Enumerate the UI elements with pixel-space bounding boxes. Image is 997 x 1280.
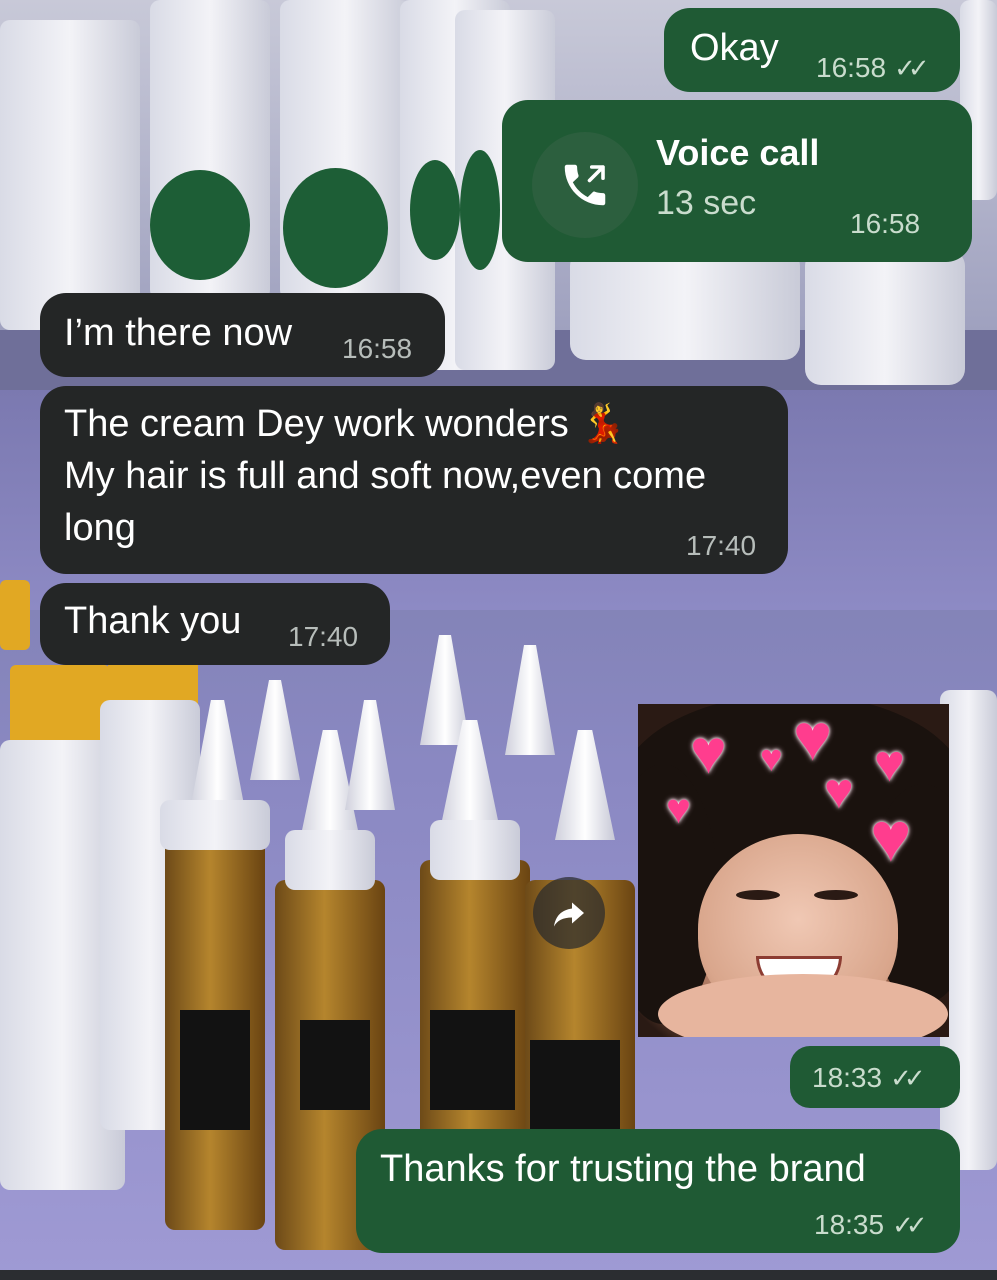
double-check-icon: ✓✓ [894,53,929,83]
message-text: Thank you [64,600,242,642]
bottom-edge [0,1270,997,1280]
message-text: The cream Dey work wonders 💃 My hair is … [64,403,707,549]
voice-call-message[interactable]: Voice call 13 sec 16:58 [502,100,972,262]
shared-photo[interactable]: ♥ ♥ ♥ ♥ ♥ ♥ ♥ [638,704,949,1037]
message-time: 16:58 [342,333,413,364]
heart-icon: ♥ [690,718,727,787]
heart-icon: ♥ [870,798,912,876]
message-time: 18:33 [812,1062,883,1093]
heart-icon: ♥ [793,704,833,774]
message-text: I’m there now [64,312,293,354]
incoming-message[interactable]: The cream Dey work wonders 💃 My hair is … [40,386,788,574]
incoming-message[interactable]: Thank you 17:40 [40,583,390,665]
message-text: Okay [690,27,779,69]
message-text: Thanks for trusting the brand [380,1148,866,1190]
double-check-icon: ✓✓ [890,1063,925,1093]
outgoing-message[interactable]: Thanks for trusting the brand 18:35 ✓✓ [356,1129,960,1253]
heart-icon: ♥ [824,763,854,819]
forward-arrow-icon [554,902,584,927]
outgoing-call-icon [564,164,606,206]
message-time-wrap: 16:58 ✓✓ [816,52,930,84]
forward-button[interactable] [533,877,605,949]
incoming-message[interactable]: I’m there now 16:58 [40,293,445,377]
double-check-icon: ✓✓ [892,1210,927,1240]
message-time: 17:40 [686,530,757,561]
call-button[interactable] [532,132,638,238]
image-time-badge: 18:33 ✓✓ [790,1046,960,1108]
call-duration: 13 sec [656,184,757,222]
heart-icon: ♥ [874,735,905,793]
message-time: 17:40 [288,621,359,652]
heart-icon: ♥ [666,785,691,832]
outgoing-message[interactable]: Okay 16:58 ✓✓ [664,8,960,92]
call-title: Voice call [656,132,820,173]
message-time-wrap: 18:33 ✓✓ [812,1062,926,1094]
message-time: 16:58 [850,208,921,239]
message-time-wrap: 18:35 ✓✓ [814,1209,928,1241]
message-time: 18:35 [814,1209,885,1240]
heart-icon: ♥ [760,738,783,780]
message-time: 16:58 [816,52,887,83]
